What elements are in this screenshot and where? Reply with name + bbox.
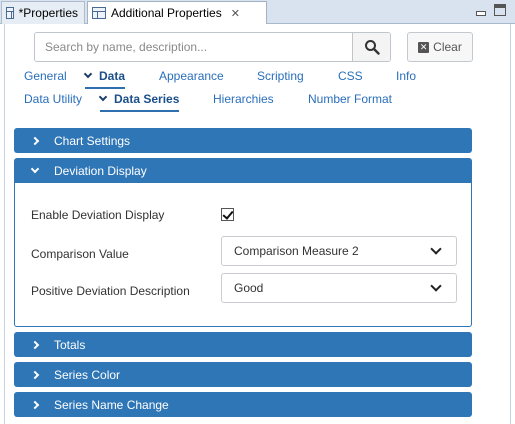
tab-data[interactable]: Data [83,69,126,89]
section-chart-settings-label: Chart Settings [54,133,131,148]
minimize-icon[interactable] [475,4,487,16]
section-series-name-change[interactable]: Series Name Change [14,392,472,417]
clear-icon: ✕ [418,41,430,53]
positive-deviation-label: Positive Deviation Description [31,284,190,298]
enable-deviation-checkbox[interactable] [221,208,234,221]
tab-data-label: Data [99,69,126,83]
section-series-name-change-label: Series Name Change [54,397,169,412]
tab-data-utility[interactable]: Data Utility [24,92,82,110]
search-box [34,32,391,62]
tab-properties-label: *Properties [18,6,78,20]
tab-data-series-label: Data Series [114,92,180,106]
maximize-icon[interactable] [494,4,506,16]
properties-icon [6,7,14,19]
chevron-down-icon [430,243,442,255]
section-deviation-display[interactable]: Deviation Display [14,158,472,183]
clear-button-label: Clear [433,40,462,54]
tab-data-series[interactable]: Data Series [98,92,180,112]
chevron-right-icon [30,370,40,379]
chevron-down-icon [83,69,93,79]
section-totals[interactable]: Totals [14,332,472,357]
tab-scripting[interactable]: Scripting [257,69,304,87]
chevron-right-icon [30,340,40,349]
tab-appearance[interactable]: Appearance [159,69,224,87]
tab-number-format[interactable]: Number Format [308,92,392,110]
search-input[interactable] [35,33,352,61]
positive-deviation-select[interactable]: Good [221,273,457,303]
close-icon[interactable]: ✕ [231,7,240,20]
tab-info[interactable]: Info [396,69,416,87]
clear-button[interactable]: ✕ Clear [407,32,473,62]
search-icon [364,40,380,55]
comparison-value-selected: Comparison Measure 2 [234,244,359,258]
properties-icon [92,7,106,19]
tab-hierarchies[interactable]: Hierarchies [213,92,274,110]
view-tabstrip: *Properties Additional Properties ✕ [0,0,515,25]
chevron-down-icon [98,92,108,102]
section-totals-label: Totals [54,337,86,352]
chevron-down-icon [30,164,40,173]
section-deviation-display-label: Deviation Display [54,163,147,178]
section-chart-settings[interactable]: Chart Settings [14,128,472,153]
tab-css[interactable]: CSS [338,69,363,87]
chevron-right-icon [30,136,40,145]
tab-additional-properties-label: Additional Properties [111,6,222,20]
tab-additional-properties[interactable]: Additional Properties ✕ [87,1,267,25]
comparison-value-label: Comparison Value [31,247,129,261]
chevron-right-icon [30,400,40,409]
comparison-value-select[interactable]: Comparison Measure 2 [221,236,457,266]
enable-deviation-label: Enable Deviation Display [31,208,165,222]
tab-properties[interactable]: *Properties [1,1,85,24]
tab-general[interactable]: General [24,69,67,87]
chevron-down-icon [430,280,442,292]
section-series-color-label: Series Color [54,367,121,382]
deviation-display-body: Enable Deviation Display Comparison Valu… [14,183,472,327]
section-series-color[interactable]: Series Color [14,362,472,387]
search-button[interactable] [352,33,390,61]
positive-deviation-selected: Good [234,281,264,295]
